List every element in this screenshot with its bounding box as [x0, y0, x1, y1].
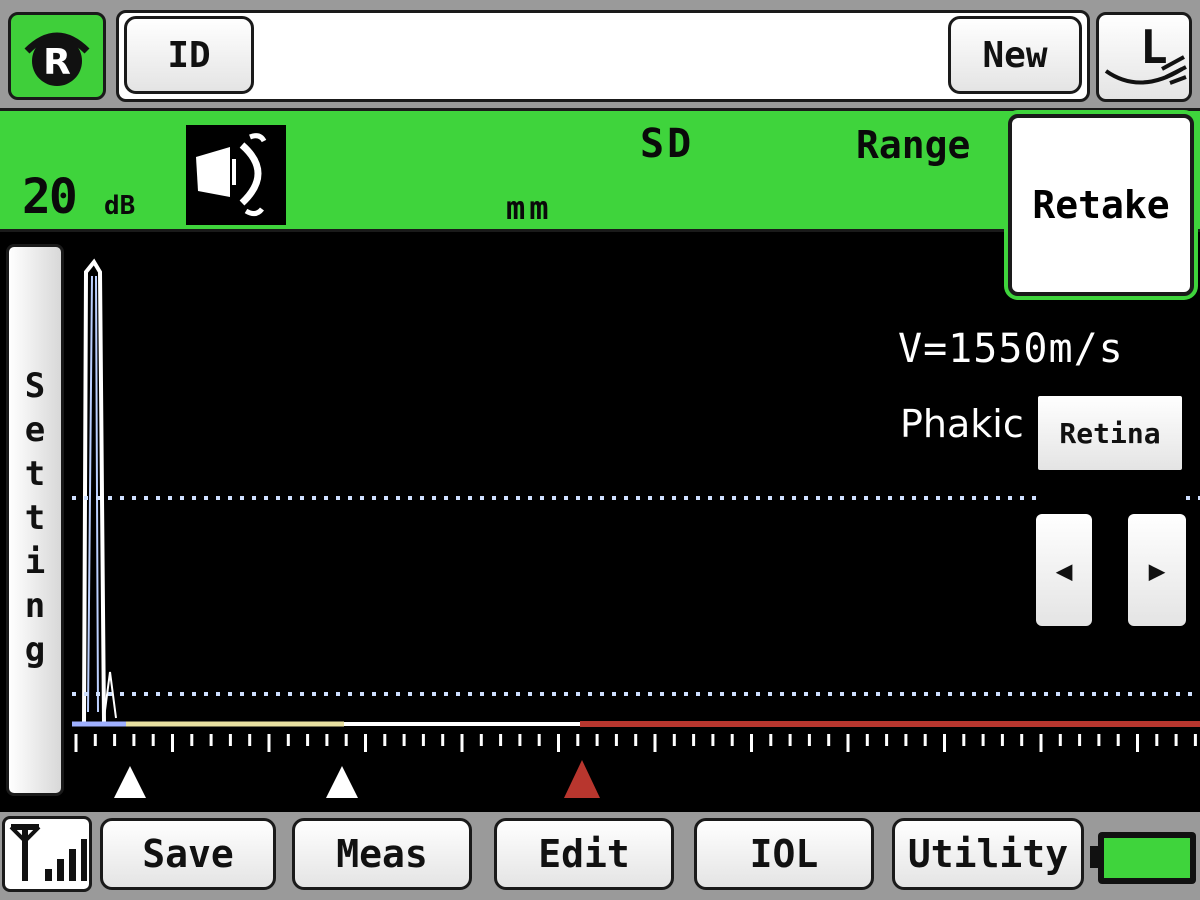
unit-label: mm — [506, 189, 553, 227]
save-button[interactable]: Save — [100, 818, 276, 890]
logo-letter: R — [43, 42, 71, 83]
eye-select-button[interactable]: L — [1096, 12, 1192, 102]
id-field[interactable] — [116, 10, 1090, 102]
logo-r-icon: R — [24, 32, 90, 86]
gate-marker-2 — [326, 766, 358, 798]
range-label: Range — [856, 123, 971, 167]
iol-button[interactable]: IOL — [694, 818, 874, 890]
left-arrow-button[interactable]: ◀ — [1036, 514, 1092, 626]
retake-button[interactable]: Retake — [1008, 114, 1194, 296]
signal-strength-icon — [2, 816, 92, 892]
meas-button[interactable]: Meas — [292, 818, 472, 890]
sd-label: SD — [640, 121, 695, 167]
retina-button[interactable]: Retina — [1038, 396, 1182, 470]
gate-marker-1 — [114, 766, 146, 798]
depth-ruler — [74, 734, 1197, 752]
eye-position-icon: L — [1104, 20, 1187, 85]
setting-button[interactable]: Setting — [6, 244, 64, 796]
velocity-readout: V=1550m/s — [898, 326, 1124, 372]
logo-button[interactable]: R — [8, 12, 106, 100]
gate-marker-3 — [564, 760, 600, 798]
gain-unit: dB — [104, 191, 136, 221]
probe-eye-icon[interactable] — [186, 125, 286, 225]
right-arrow-icon: ▶ — [1148, 553, 1166, 587]
battery-icon — [1090, 832, 1196, 884]
lens-state-label: Phakic — [900, 402, 1024, 446]
right-arrow-button[interactable]: ▶ — [1128, 514, 1186, 626]
utility-button[interactable]: Utility — [892, 818, 1084, 890]
a-scan-waveform — [72, 258, 1200, 798]
edit-button[interactable]: Edit — [494, 818, 674, 890]
new-button[interactable]: New — [948, 16, 1082, 94]
id-button[interactable]: ID — [124, 16, 254, 94]
gain-value: 20 — [22, 169, 78, 225]
setting-label: Setting — [15, 366, 55, 674]
left-arrow-icon: ◀ — [1055, 553, 1073, 587]
